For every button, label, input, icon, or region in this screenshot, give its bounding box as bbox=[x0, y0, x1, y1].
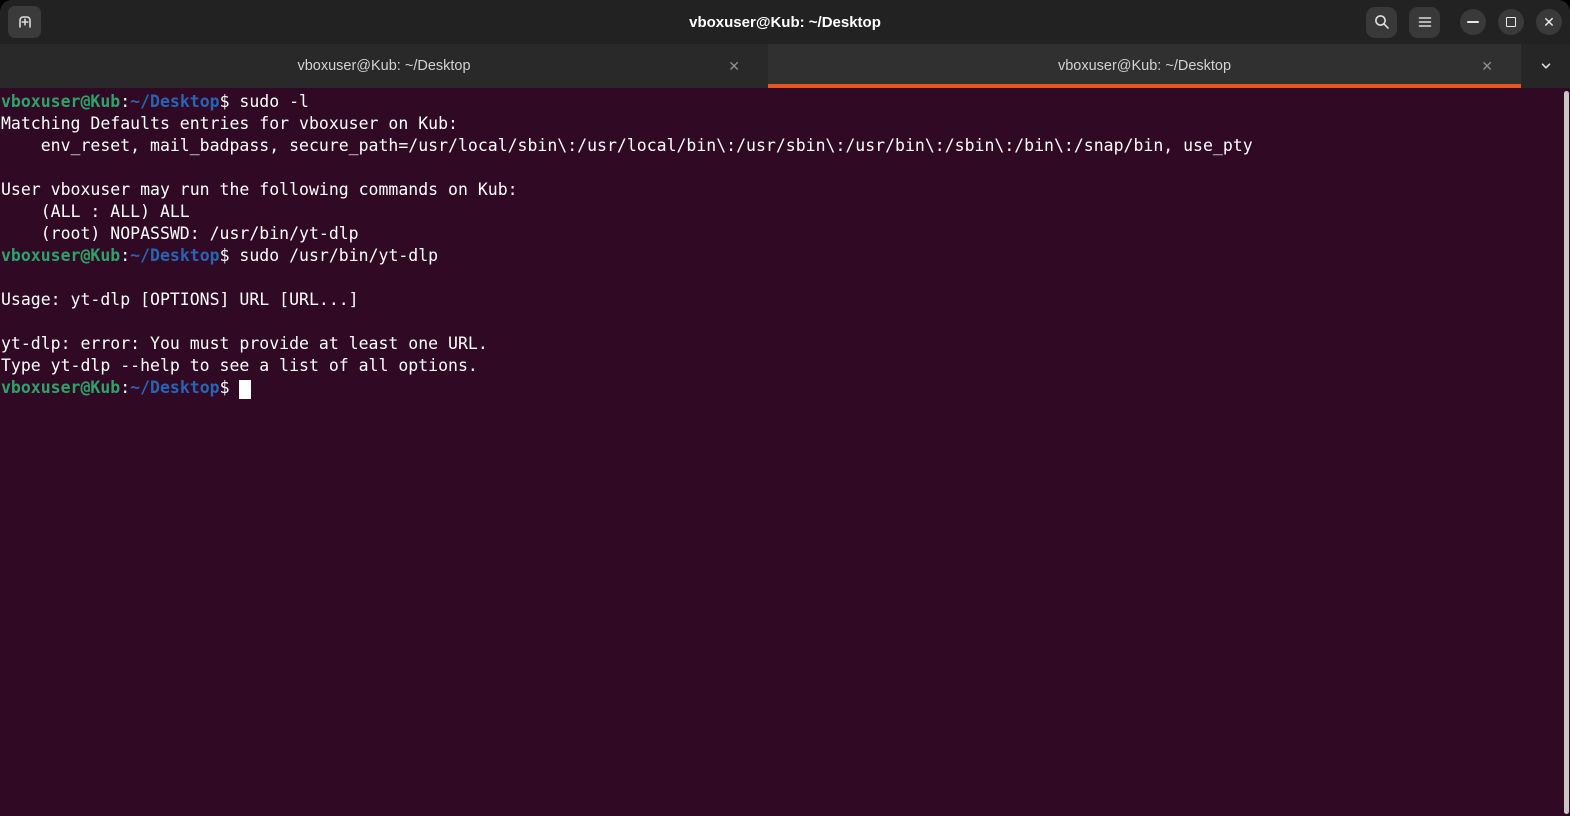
close-icon: ✕ bbox=[1543, 14, 1555, 30]
window-title: vboxuser@Kub: ~/Desktop bbox=[689, 13, 881, 31]
header-bar: vboxuser@Kub: ~/Desktop ✕ bbox=[0, 0, 1570, 44]
terminal-line: (root) NOPASSWD: /usr/bin/yt-dlp bbox=[1, 224, 359, 243]
terminal-line: Type yt-dlp --help to see a list of all … bbox=[1, 356, 478, 375]
tab-bar: vboxuser@Kub: ~/Desktop ✕ vboxuser@Kub: … bbox=[0, 44, 1570, 88]
close-button[interactable]: ✕ bbox=[1536, 9, 1562, 35]
maximize-button[interactable] bbox=[1498, 9, 1524, 35]
terminal-line: Matching Defaults entries for vboxuser o… bbox=[1, 114, 458, 133]
terminal-line: Usage: yt-dlp [OPTIONS] URL [URL...] bbox=[1, 290, 359, 309]
search-button[interactable] bbox=[1366, 6, 1397, 38]
tab-2-active[interactable]: vboxuser@Kub: ~/Desktop ✕ bbox=[768, 44, 1521, 88]
tab-2-close-button[interactable]: ✕ bbox=[1477, 55, 1497, 77]
chevron-down-icon bbox=[1541, 63, 1550, 69]
tab-1-close-button[interactable]: ✕ bbox=[724, 55, 744, 77]
scrollbar[interactable] bbox=[1564, 91, 1569, 814]
search-icon bbox=[1374, 15, 1389, 29]
tab-1-label: vboxuser@Kub: ~/Desktop bbox=[297, 58, 471, 74]
terminal-line: env_reset, mail_badpass, secure_path=/us… bbox=[1, 136, 1253, 155]
terminal-line: User vboxuser may run the following comm… bbox=[1, 180, 518, 199]
tab-1[interactable]: vboxuser@Kub: ~/Desktop ✕ bbox=[0, 44, 768, 88]
tab-list-dropdown-button[interactable] bbox=[1521, 44, 1570, 88]
terminal-line: vboxuser@Kub:~/Desktop$ sudo -l bbox=[1, 92, 309, 111]
minimize-icon bbox=[1467, 21, 1479, 23]
menu-button[interactable] bbox=[1409, 6, 1440, 38]
hamburger-menu-icon bbox=[1418, 17, 1431, 27]
new-tab-button[interactable] bbox=[8, 6, 41, 38]
terminal-output: vboxuser@Kub:~/Desktop$ sudo -l Matching … bbox=[1, 91, 1560, 399]
terminal-line: yt-dlp: error: You must provide at least… bbox=[1, 334, 488, 353]
maximize-icon bbox=[1506, 17, 1516, 27]
tab-new-icon bbox=[18, 16, 31, 28]
tab-2-label: vboxuser@Kub: ~/Desktop bbox=[1057, 58, 1232, 74]
terminal-viewport[interactable]: vboxuser@Kub:~/Desktop$ sudo -l Matching … bbox=[0, 88, 1570, 816]
minimize-button[interactable] bbox=[1460, 9, 1486, 35]
terminal-cursor bbox=[239, 380, 252, 399]
terminal-window: vboxuser@Kub: ~/Desktop ✕ vboxuser@Kub: … bbox=[0, 0, 1570, 816]
terminal-line: vboxuser@Kub:~/Desktop$ sudo /usr/bin/yt… bbox=[1, 246, 439, 265]
terminal-line: vboxuser@Kub:~/Desktop$ bbox=[1, 377, 1560, 399]
terminal-line: (ALL : ALL) ALL bbox=[1, 202, 190, 221]
header-controls: ✕ bbox=[1366, 0, 1562, 44]
